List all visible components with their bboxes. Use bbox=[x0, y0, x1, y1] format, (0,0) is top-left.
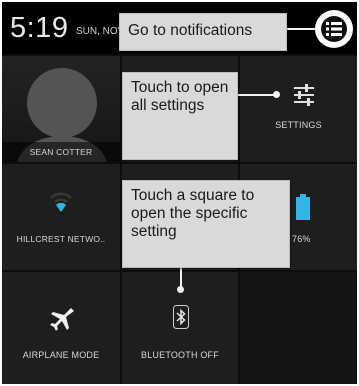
notifications-callout-connector bbox=[287, 28, 315, 30]
settings-callout-dot bbox=[273, 91, 280, 98]
wifi-icon bbox=[49, 192, 73, 219]
square-callout: Touch a square to open the specific sett… bbox=[122, 180, 290, 268]
airplane-mode-label: AIRPLANE MODE bbox=[22, 350, 100, 360]
square-callout-connector bbox=[180, 268, 182, 288]
notifications-button[interactable] bbox=[315, 10, 353, 48]
settings-label: SETTINGS bbox=[275, 120, 322, 130]
battery-icon bbox=[296, 194, 310, 225]
clock: 5:19 bbox=[10, 12, 69, 44]
settings-tile[interactable]: SETTINGS bbox=[240, 56, 357, 162]
screenshot-frame: 5:19 SUN, NOV SEAN COTTER SETTINGS HILLC… bbox=[0, 0, 359, 386]
avatar-head bbox=[27, 68, 97, 138]
notifications-list-icon bbox=[320, 15, 348, 48]
battery-label: 76% bbox=[292, 234, 311, 244]
bluetooth-label: BLUETOOTH OFF bbox=[141, 350, 219, 360]
wifi-label: HILLCREST NETWO.. bbox=[16, 234, 106, 244]
user-name-label: SEAN COTTER bbox=[29, 147, 93, 157]
notifications-callout-text: Go to notifications bbox=[128, 22, 253, 39]
sliders-icon bbox=[292, 84, 316, 111]
square-callout-text: Touch a square to open the specific sett… bbox=[131, 187, 255, 240]
empty-tile-bottom-right bbox=[240, 272, 357, 384]
settings-callout-connector bbox=[238, 94, 274, 96]
settings-callout: Touch to open all settings bbox=[122, 72, 238, 160]
airplane-mode-tile[interactable]: AIRPLANE MODE bbox=[2, 272, 120, 384]
quick-settings-screen: 5:19 SUN, NOV SEAN COTTER SETTINGS HILLC… bbox=[2, 2, 357, 384]
settings-callout-text: Touch to open all settings bbox=[131, 79, 229, 114]
bluetooth-icon bbox=[173, 305, 189, 334]
date: SUN, NOV bbox=[76, 26, 120, 37]
user-tile[interactable]: SEAN COTTER bbox=[2, 56, 120, 162]
square-callout-dot bbox=[177, 286, 184, 293]
wifi-tile[interactable]: HILLCREST NETWO.. bbox=[2, 164, 120, 270]
notifications-callout: Go to notifications bbox=[119, 13, 287, 51]
airplane-icon bbox=[50, 308, 76, 337]
